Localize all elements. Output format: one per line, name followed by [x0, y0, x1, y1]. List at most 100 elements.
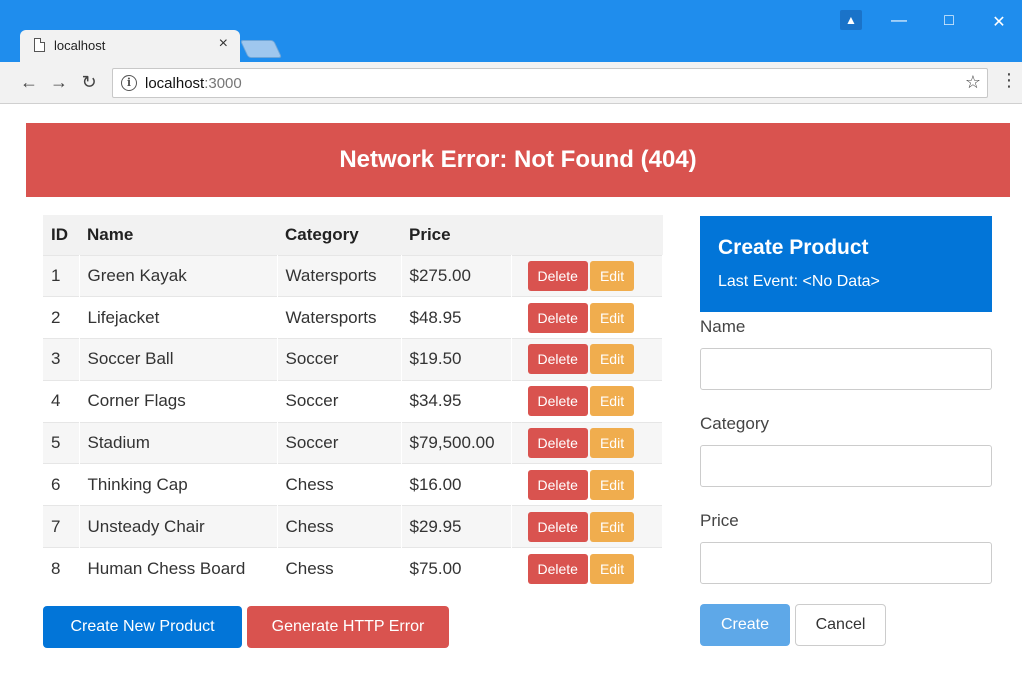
cell-category: Watersports: [277, 254, 402, 297]
info-icon[interactable]: i: [121, 75, 137, 91]
price-label: Price: [700, 511, 739, 530]
cell-actions: Delete Edit: [511, 338, 663, 381]
cell-price: $19.50: [401, 338, 512, 381]
table-row: 7 Unsteady Chair Chess $29.95 Delete Edit: [43, 505, 663, 548]
cell-id: 2: [43, 296, 80, 339]
delete-button[interactable]: Delete: [527, 511, 588, 542]
back-arrow-icon[interactable]: ←: [18, 72, 40, 93]
edit-button[interactable]: Edit: [589, 469, 635, 500]
cell-name: Green Kayak: [79, 254, 278, 297]
name-input[interactable]: [700, 348, 992, 390]
edit-button[interactable]: Edit: [589, 553, 635, 584]
document-icon: [34, 38, 45, 52]
cell-price: $48.95: [401, 296, 512, 339]
cell-id: 4: [43, 379, 80, 423]
delete-button[interactable]: Delete: [527, 386, 588, 417]
user-profile-icon[interactable]: ▲: [840, 10, 862, 30]
cell-category: Chess: [277, 463, 402, 506]
tab-close-icon[interactable]: ×: [219, 35, 228, 53]
cell-category: Soccer: [277, 421, 402, 464]
name-label: Name: [700, 317, 746, 336]
category-input[interactable]: [700, 445, 992, 487]
cell-actions: Delete Edit: [511, 379, 663, 423]
cell-price: $275.00: [401, 254, 512, 297]
header-price: Price: [401, 215, 511, 255]
create-product-panel: Create Product Last Event: <No Data>: [700, 216, 992, 312]
url-host: localhost: [145, 75, 205, 92]
browser-tab[interactable]: localhost ×: [20, 30, 240, 62]
cell-category: Chess: [277, 547, 402, 590]
cell-id: 7: [43, 505, 80, 548]
cell-id: 8: [43, 547, 80, 590]
delete-button[interactable]: Delete: [527, 469, 588, 500]
table-row: 6 Thinking Cap Chess $16.00 Delete Edit: [43, 463, 663, 506]
reload-icon[interactable]: ↻: [78, 72, 100, 93]
header-category: Category: [277, 215, 401, 255]
new-tab-button[interactable]: [239, 40, 283, 58]
close-window-icon[interactable]: ✕: [984, 12, 1014, 32]
delete-button[interactable]: Delete: [527, 553, 588, 584]
edit-button[interactable]: Edit: [589, 302, 635, 333]
error-alert: Network Error: Not Found (404): [26, 123, 1010, 197]
price-input[interactable]: [700, 542, 992, 584]
cell-actions: Delete Edit: [511, 421, 663, 464]
cell-name: Lifejacket: [79, 296, 278, 339]
edit-button[interactable]: Edit: [589, 386, 635, 417]
table-row: 4 Corner Flags Soccer $34.95 Delete Edit: [43, 379, 663, 423]
cell-category: Soccer: [277, 338, 402, 381]
minimize-icon[interactable]: —: [884, 12, 914, 30]
header-name: Name: [79, 215, 277, 255]
bookmark-star-icon[interactable]: ☆: [965, 72, 981, 93]
table-header-row: ID Name Category Price: [43, 215, 663, 255]
delete-button[interactable]: Delete: [527, 260, 588, 291]
table-row: 3 Soccer Ball Soccer $19.50 Delete Edit: [43, 338, 663, 381]
generate-http-error-button[interactable]: Generate HTTP Error: [247, 606, 449, 648]
page-content: Network Error: Not Found (404) ID Name C…: [0, 105, 1022, 680]
cell-category: Soccer: [277, 379, 402, 423]
table-row: 5 Stadium Soccer $79,500.00 Delete Edit: [43, 421, 663, 464]
cell-name: Human Chess Board: [79, 547, 278, 590]
cell-id: 5: [43, 421, 80, 464]
delete-button[interactable]: Delete: [527, 302, 588, 333]
cell-id: 1: [43, 254, 80, 297]
maximize-icon[interactable]: □: [934, 12, 964, 30]
browser-titlebar: localhost × ▲ — □ ✕: [0, 0, 1022, 62]
cell-actions: Delete Edit: [511, 254, 663, 297]
products-table: ID Name Category Price 1 Green Kayak Wat…: [43, 215, 663, 590]
create-new-product-button[interactable]: Create New Product: [43, 606, 242, 648]
cell-category: Chess: [277, 505, 402, 548]
cell-id: 3: [43, 338, 80, 381]
header-actions: [511, 215, 663, 255]
header-id: ID: [43, 215, 79, 255]
create-button[interactable]: Create: [700, 604, 790, 646]
table-row: 1 Green Kayak Watersports $275.00 Delete…: [43, 254, 663, 297]
browser-menu-icon[interactable]: ⋮: [1000, 70, 1018, 91]
cell-actions: Delete Edit: [511, 505, 663, 548]
edit-button[interactable]: Edit: [589, 260, 635, 291]
delete-button[interactable]: Delete: [527, 428, 588, 459]
cell-category: Watersports: [277, 296, 402, 339]
edit-button[interactable]: Edit: [589, 344, 635, 375]
cell-actions: Delete Edit: [511, 463, 663, 506]
url-port: :3000: [204, 75, 242, 92]
cell-price: $79,500.00: [401, 421, 512, 464]
delete-button[interactable]: Delete: [527, 344, 588, 375]
cell-actions: Delete Edit: [511, 547, 663, 590]
cell-name: Stadium: [79, 421, 278, 464]
table-row: 2 Lifejacket Watersports $48.95 Delete Ed…: [43, 296, 663, 339]
category-label: Category: [700, 414, 769, 433]
cancel-button[interactable]: Cancel: [795, 604, 886, 646]
cell-name: Thinking Cap: [79, 463, 278, 506]
address-bar[interactable]: i localhost:3000 ☆: [112, 68, 988, 98]
cell-actions: Delete Edit: [511, 296, 663, 339]
cell-name: Unsteady Chair: [79, 505, 278, 548]
browser-toolbar: ← → ↻ i localhost:3000 ☆ ⋮: [0, 62, 1022, 104]
cell-price: $16.00: [401, 463, 512, 506]
cell-name: Corner Flags: [79, 379, 278, 423]
forward-arrow-icon[interactable]: →: [48, 72, 70, 93]
last-event-text: Last Event: <No Data>: [718, 273, 880, 290]
edit-button[interactable]: Edit: [589, 428, 635, 459]
edit-button[interactable]: Edit: [589, 511, 635, 542]
panel-title: Create Product: [718, 236, 869, 259]
cell-price: $75.00: [401, 547, 512, 590]
